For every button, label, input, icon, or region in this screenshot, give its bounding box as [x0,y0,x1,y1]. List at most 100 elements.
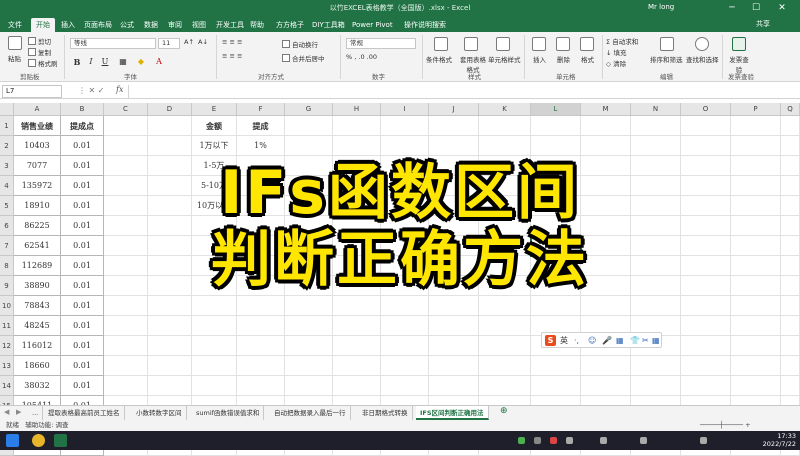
column-header-p[interactable]: P [731,103,781,116]
column-header-i[interactable]: I [381,103,429,116]
cell[interactable] [581,356,631,376]
insert-cells-button[interactable]: 插入 [533,54,546,64]
tab-home[interactable]: 开始 [31,18,55,32]
cell[interactable] [381,296,429,316]
column-header-n[interactable]: N [631,103,681,116]
sheet-tab-more[interactable]: ... [28,406,44,420]
sheet-tab[interactable]: 自动把数据录入最后一行 [270,406,351,420]
borders-icon[interactable]: ▦ [118,57,128,67]
column-header-l[interactable]: L [531,103,581,116]
sheet-tab-active[interactable]: IFS区间判断正确用法 [416,406,489,420]
accessibility-status[interactable]: 辅助功能: 调查 [25,421,68,429]
cell[interactable] [333,336,381,356]
cell[interactable] [192,376,237,396]
cell[interactable] [681,356,731,376]
tell-me-search[interactable]: 操作说明搜索 [404,18,446,32]
cell[interactable] [781,356,800,376]
column-header-o[interactable]: O [681,103,731,116]
column-header-g[interactable]: G [285,103,333,116]
tab-insert[interactable]: 插入 [61,18,75,32]
cell[interactable] [479,296,531,316]
formula-bar-icons[interactable]: ⋮ ✕ ✓ [78,86,105,95]
cell[interactable] [479,356,531,376]
cell[interactable] [429,316,479,336]
shrink-font-icon[interactable]: A↓ [198,38,208,46]
cell-styles-button[interactable]: 单元格样式 [488,54,521,64]
format-cells-button[interactable]: 格式 [581,54,594,64]
function-icon[interactable]: fx [116,85,123,94]
column-header-b[interactable]: B [61,103,104,116]
cell[interactable] [631,356,681,376]
row-header[interactable]: 11 [0,316,14,336]
cell[interactable] [581,116,631,136]
cell[interactable] [429,336,479,356]
font-name-box[interactable]: 等线 [70,38,156,49]
column-header-c[interactable]: C [104,103,148,116]
cell[interactable] [148,116,192,136]
fill-color-icon[interactable]: ◆ [136,57,146,67]
cell[interactable] [429,116,479,136]
find-select-button[interactable]: 查找和选择 [686,54,719,64]
cell[interactable] [429,296,479,316]
cell[interactable] [285,296,333,316]
cell[interactable] [381,316,429,336]
align-left-icon[interactable]: ≡ ≡ ≡ [222,52,242,60]
cell[interactable] [429,136,479,156]
cell[interactable] [781,376,800,396]
cell[interactable] [148,316,192,336]
conditional-format-icon[interactable] [434,37,448,51]
cell[interactable] [333,376,381,396]
font-size-box[interactable]: 11 [158,38,180,49]
rate-cell[interactable]: 0.01 [61,296,104,316]
cell[interactable] [237,296,285,316]
sales-cell[interactable]: 78843 [14,296,61,316]
cell[interactable] [581,296,631,316]
cell[interactable] [479,316,531,336]
select-all-corner[interactable] [0,103,14,116]
cell[interactable] [148,376,192,396]
number-format-buttons[interactable]: % ‚ .0 .00 [346,53,377,61]
cell[interactable] [237,336,285,356]
cell[interactable] [333,116,381,136]
cell[interactable] [148,356,192,376]
rate-cell[interactable]: 0.01 [61,356,104,376]
bold-button[interactable]: B [72,57,82,67]
cell[interactable] [581,376,631,396]
column-header-e[interactable]: E [192,103,237,116]
start-icon[interactable] [6,434,19,447]
cell[interactable] [104,136,148,156]
cell[interactable] [148,296,192,316]
row-header[interactable]: 14 [0,376,14,396]
tray-icon[interactable] [534,437,541,444]
clock[interactable]: 17:33 2022/7/22 [756,432,796,448]
tray-icon[interactable] [518,437,525,444]
cut-button[interactable]: 剪切 [28,36,51,46]
cell[interactable] [631,376,681,396]
cell[interactable] [531,136,581,156]
tools-icon[interactable]: ✂ [642,336,649,346]
sheet-prev-icon[interactable]: ◀ [4,408,9,416]
cell[interactable] [681,376,731,396]
cell[interactable] [104,356,148,376]
cell[interactable] [681,136,731,156]
cell[interactable] [781,116,800,136]
sheet-next-icon[interactable]: ▶ [16,408,21,416]
cell[interactable] [237,356,285,376]
align-top-icon[interactable]: ≡ ≡ ≡ [222,38,242,46]
sort-filter-icon[interactable] [660,37,674,51]
cell[interactable] [148,136,192,156]
find-select-icon[interactable] [695,37,709,51]
cell[interactable] [731,136,781,156]
delete-cells-icon[interactable] [556,37,570,51]
tab-help[interactable]: 帮助 [250,18,264,32]
column-header-f[interactable]: F [237,103,285,116]
tab-data[interactable]: 数据 [144,18,158,32]
cell[interactable] [479,116,531,136]
column-header-h[interactable]: H [333,103,381,116]
grow-font-icon[interactable]: A↑ [184,38,194,46]
column-header-a[interactable]: A [14,103,61,116]
share-button[interactable]: 共享 [756,19,770,29]
insert-cells-icon[interactable] [532,37,546,51]
rate-cell[interactable]: 0.01 [61,376,104,396]
cell[interactable] [731,356,781,376]
